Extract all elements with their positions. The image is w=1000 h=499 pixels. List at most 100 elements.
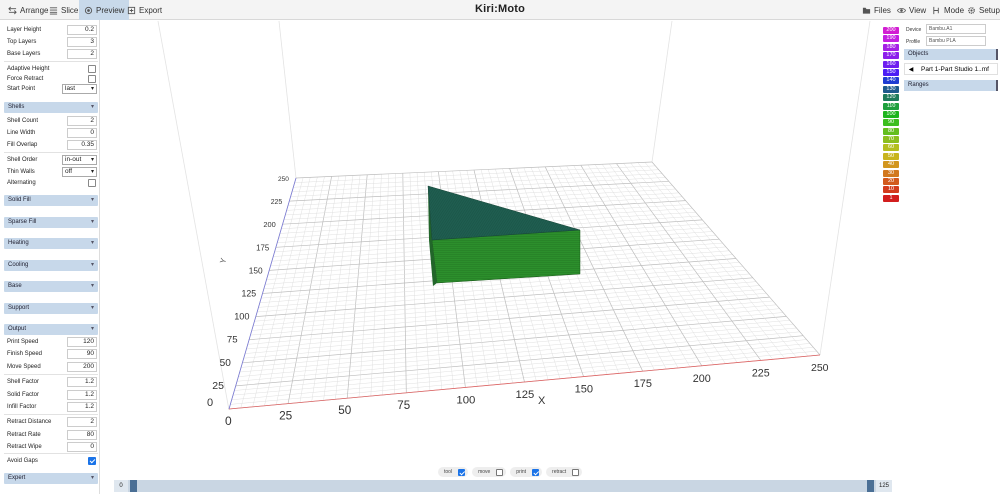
- slice-label: Slice: [61, 5, 79, 15]
- toggle-retract-checkbox[interactable]: [572, 468, 580, 476]
- shell-order-label: Shell Order: [7, 157, 38, 163]
- retract-distance-input[interactable]: 2: [67, 417, 97, 427]
- layer-slider-min: 0: [114, 480, 128, 492]
- divider: [4, 61, 98, 62]
- shell-count-input[interactable]: 2: [67, 116, 97, 126]
- grid-line: [291, 173, 663, 193]
- top-layers-row: Top Layers 3: [0, 36, 100, 48]
- legend-layer-20: 20: [883, 178, 899, 186]
- layer-slider-low-handle[interactable]: [130, 480, 137, 492]
- force-retract-label: Force Retract: [7, 76, 44, 82]
- 3d-viewport[interactable]: 0 25 50 75 100 125 150 175 200 225 250 0 25 50 75 100 12…: [101, 20, 898, 494]
- thin-walls-select[interactable]: off: [62, 167, 97, 177]
- toggle-print-label: print: [516, 469, 527, 475]
- top-layers-input[interactable]: 3: [67, 37, 97, 47]
- toggle-move-checkbox[interactable]: [496, 468, 504, 476]
- setup-button[interactable]: Setup: [962, 0, 1000, 20]
- base-layers-input[interactable]: 2: [67, 49, 97, 59]
- grid-line: [601, 164, 738, 363]
- toggle-tool[interactable]: tool: [438, 467, 469, 477]
- shells-section-header[interactable]: Shells: [4, 102, 98, 113]
- toggle-retract[interactable]: retract: [546, 467, 583, 477]
- start-point-row: Start Point last: [0, 83, 100, 95]
- move-speed-input[interactable]: 200: [67, 362, 97, 372]
- toggle-print-checkbox[interactable]: [532, 468, 540, 476]
- toggle-tool-checkbox[interactable]: [458, 468, 466, 476]
- base-section-header[interactable]: Base: [4, 281, 98, 292]
- object-list-item[interactable]: ◀ Part 1-Part Studio 1..mf: [904, 63, 998, 75]
- objects-header[interactable]: Objects: [904, 49, 998, 60]
- grid-line: [580, 165, 703, 366]
- legend-layer-150: 150: [883, 68, 899, 76]
- line-width-input[interactable]: 0: [67, 128, 97, 138]
- avoid-gaps-row: Avoid Gaps: [0, 455, 100, 467]
- retract-wipe-input[interactable]: 0: [67, 442, 97, 452]
- legend-layer-190: 190: [883, 35, 899, 43]
- x-tick-label: 75: [397, 400, 410, 412]
- divider: [4, 414, 98, 415]
- y-tick-label: 125: [242, 289, 257, 299]
- grid-line: [289, 180, 669, 202]
- retract-rate-input[interactable]: 80: [67, 430, 97, 440]
- legend-layer-70: 70: [883, 136, 899, 144]
- view-button[interactable]: View: [892, 0, 931, 20]
- shell-order-select[interactable]: in-out: [62, 155, 97, 165]
- fill-overlap-row: Fill Overlap 0.35: [0, 139, 100, 151]
- adaptive-height-checkbox[interactable]: [88, 65, 96, 73]
- x-tick-label: 0: [225, 414, 232, 428]
- legend-layer-30: 30: [883, 169, 899, 177]
- start-point-select[interactable]: last: [62, 84, 97, 94]
- solid-fill-section-header[interactable]: Solid Fill: [4, 195, 98, 206]
- toggle-print[interactable]: print: [510, 467, 543, 477]
- alternating-checkbox[interactable]: [88, 179, 96, 187]
- adaptive-height-label: Adaptive Height: [7, 66, 50, 72]
- legend-layer-200: 200: [883, 27, 899, 34]
- solid-factor-input[interactable]: 1.2: [67, 390, 97, 400]
- heating-section-header[interactable]: Heating: [4, 238, 98, 249]
- toggle-move[interactable]: move: [472, 467, 507, 477]
- profile-row: Profile Bambu PLA: [904, 36, 998, 47]
- legend-layer-80: 80: [883, 127, 899, 135]
- toggle-tool-label: tool: [444, 469, 453, 475]
- avoid-gaps-checkbox[interactable]: [88, 457, 96, 465]
- build-plate-scene[interactable]: 0 25 50 75 100 125 150 175 200 225 250025507510012…: [101, 20, 898, 494]
- device-select[interactable]: Bambu.A1: [926, 24, 986, 34]
- move-speed-label: Move Speed: [7, 364, 41, 370]
- expert-section-header[interactable]: Expert: [4, 473, 98, 484]
- line-width-label: Line Width: [7, 130, 36, 136]
- x-axis-label: X: [538, 395, 546, 407]
- caret-left-icon[interactable]: ◀: [905, 64, 917, 74]
- legend-layer-40: 40: [883, 161, 899, 169]
- sliced-object[interactable]: [427, 185, 581, 286]
- infill-factor-label: Infill Factor: [7, 404, 37, 410]
- slice-button[interactable]: Slice: [44, 0, 83, 20]
- preview-icon: [84, 6, 93, 14]
- export-button[interactable]: Export: [122, 0, 167, 20]
- output-section-header[interactable]: Output: [4, 324, 98, 335]
- fill-overlap-input[interactable]: 0.35: [67, 140, 97, 150]
- cooling-section-header[interactable]: Cooling: [4, 260, 98, 271]
- profile-select[interactable]: Bambu PLA: [926, 36, 986, 46]
- x-tick-label: 25: [279, 409, 293, 423]
- retract-wipe-row: Retract Wipe 0: [0, 441, 100, 453]
- finish-speed-input[interactable]: 90: [67, 349, 97, 359]
- legend-layer-120: 120: [883, 94, 899, 102]
- infill-factor-input[interactable]: 1.2: [67, 402, 97, 412]
- layer-slider[interactable]: 0 125: [114, 480, 892, 492]
- files-button[interactable]: Files: [857, 0, 896, 20]
- base-layers-label: Base Layers: [7, 51, 41, 57]
- support-section-header[interactable]: Support: [4, 303, 98, 314]
- ranges-header[interactable]: Ranges: [904, 80, 998, 91]
- sparse-fill-section-header[interactable]: Sparse Fill: [4, 217, 98, 228]
- shell-factor-input[interactable]: 1.2: [67, 377, 97, 387]
- x-tick-label: 250: [811, 362, 829, 374]
- divider: [4, 453, 98, 454]
- y-tick-label: 25: [212, 380, 224, 392]
- y-tick-label: 50: [220, 358, 232, 369]
- layer-slider-high-handle[interactable]: [867, 480, 874, 492]
- force-retract-checkbox[interactable]: [88, 75, 96, 83]
- legend-layer-10: 10: [883, 186, 899, 194]
- print-speed-input[interactable]: 120: [67, 337, 97, 347]
- shell-count-label: Shell Count: [7, 118, 39, 124]
- layer-height-input[interactable]: 0.2: [67, 25, 97, 35]
